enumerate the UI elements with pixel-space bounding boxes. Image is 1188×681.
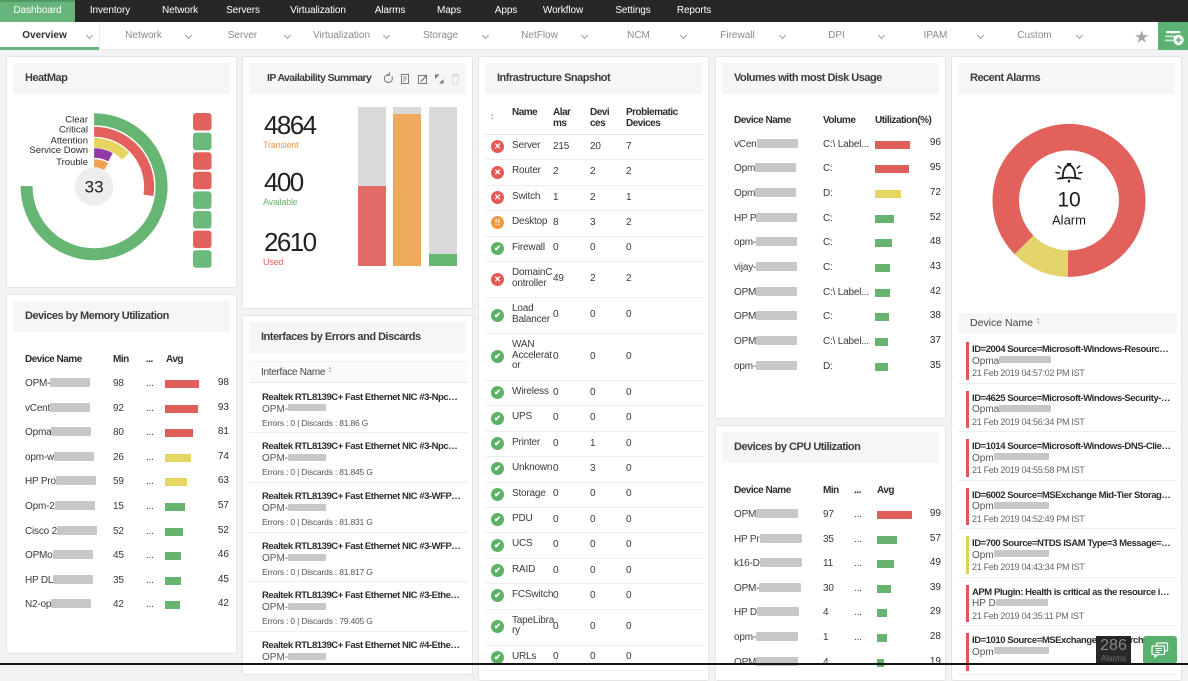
- svg-text:Critical: Critical: [59, 125, 88, 136]
- svg-text:Alarm: Alarm: [1052, 212, 1086, 227]
- svg-text:33: 33: [85, 178, 104, 197]
- svg-text:Trouble: Trouble: [56, 157, 88, 168]
- svg-text:10: 10: [1057, 188, 1080, 211]
- svg-text:Service Down: Service Down: [29, 145, 88, 156]
